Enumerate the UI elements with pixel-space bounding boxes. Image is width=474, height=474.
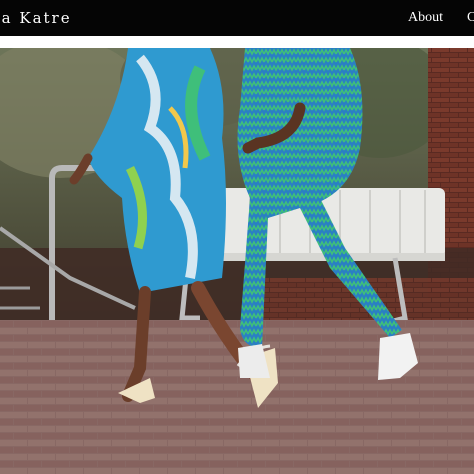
- top-navbar: na Katre About C: [0, 0, 474, 36]
- nav-link-contact[interactable]: C: [467, 10, 474, 26]
- nav-link-about[interactable]: About: [408, 10, 443, 26]
- hero-image: [0, 48, 474, 474]
- site-brand[interactable]: na Katre: [0, 9, 72, 27]
- hero-photo: [0, 48, 474, 474]
- nav-links: About C: [408, 10, 474, 26]
